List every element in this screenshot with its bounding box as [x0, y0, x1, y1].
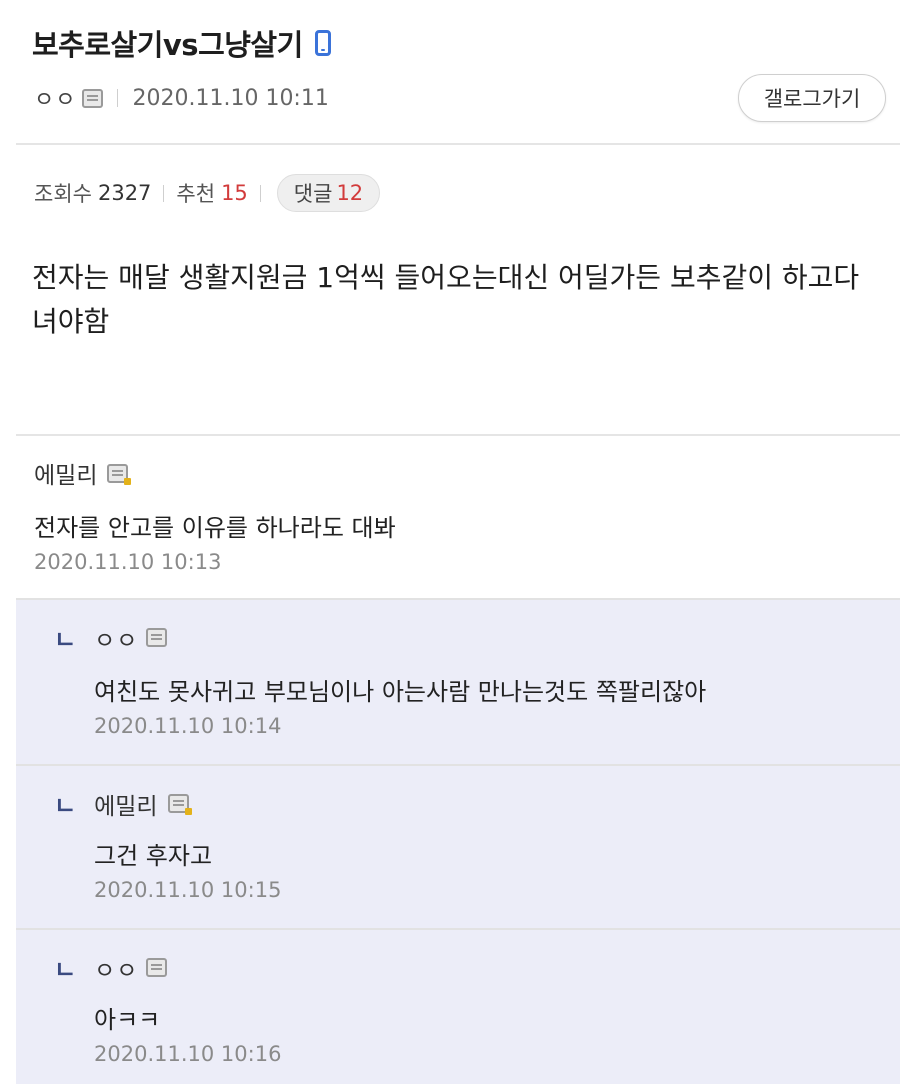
- reply-arrow-icon: ㄴ: [54, 956, 77, 984]
- mobile-phone-icon: [314, 30, 331, 56]
- reply-text: 아ㅋㅋ: [94, 1006, 161, 1034]
- reply-arrow-icon: ㄴ: [54, 792, 77, 820]
- reply-arrow-icon: ㄴ: [54, 626, 77, 654]
- post-datetime: 2020.11.10 10:11: [132, 85, 329, 111]
- comment-header: 에밀리: [34, 456, 132, 490]
- reply-item: ㄴ ㅇㅇ 여친도 못사귀고 부모님이나 아는사람 만나는것도 쪽팔리잖아 202…: [16, 600, 900, 766]
- post-body: 전자는 매달 생활지원금 1억씩 들어오는대신 어딜가든 보추같이 하고다녀야함: [32, 261, 860, 338]
- post-stats: 조회수 2327 추천 15 댓글 12: [34, 174, 381, 212]
- reply-datetime: 2020.11.10 10:14: [94, 714, 282, 738]
- gallog-button[interactable]: 갤로그가기: [738, 74, 886, 122]
- fixed-nick-memo-icon: [167, 794, 192, 815]
- reply-item: ㄴ 에밀리 그건 후자고 2020.11.10 10:15: [16, 766, 900, 930]
- fixed-nick-memo-icon: [107, 463, 132, 485]
- memo-icon: [146, 628, 168, 647]
- comment-text: 전자를 안고를 이유를 하나라도 대봐: [34, 514, 396, 542]
- post-title: 보추로살기vs그냥살기: [32, 28, 303, 62]
- reply-item: ㄴ ㅇㅇ 아ㅋㅋ 2020.11.10 10:16: [16, 930, 900, 1084]
- comments-label: 댓글: [293, 182, 333, 206]
- comment-datetime: 2020.11.10 10:13: [34, 550, 222, 574]
- reply-header: ㄴ ㅇㅇ: [54, 950, 168, 985]
- recommend-count: 15: [221, 181, 248, 205]
- post-header: 보추로살기vs그냥살기 ㅇㅇ 2020.11.10 10:11 갤로그가기: [0, 0, 900, 143]
- header-divider: [16, 143, 900, 145]
- memo-icon: [82, 88, 104, 108]
- comment-item: 에밀리 전자를 안고를 이유를 하나라도 대봐 2020.11.10 10:13: [16, 436, 900, 600]
- comment-count-button[interactable]: 댓글 12: [276, 174, 381, 212]
- reply-text: 그건 후자고: [94, 842, 213, 870]
- separator: [259, 184, 261, 202]
- comments-count: 12: [336, 181, 364, 205]
- reply-header: ㄴ ㅇㅇ: [54, 620, 168, 655]
- separator: [117, 89, 119, 107]
- reply-header: ㄴ 에밀리: [54, 786, 192, 821]
- comment-author[interactable]: 에밀리: [34, 456, 97, 490]
- memo-icon: [146, 958, 168, 977]
- reply-text: 여친도 못사귀고 부모님이나 아는사람 만나는것도 쪽팔리잖아: [94, 678, 707, 706]
- views-count: 2327: [97, 181, 152, 205]
- reply-datetime: 2020.11.10 10:16: [94, 1042, 282, 1066]
- post-title-row: 보추로살기vs그냥살기: [32, 22, 331, 64]
- reply-author[interactable]: ㅇㅇ: [94, 621, 138, 655]
- reply-author[interactable]: ㅇㅇ: [94, 951, 138, 985]
- separator: [163, 184, 165, 202]
- recommend-label: 추천: [176, 182, 216, 206]
- post-meta: ㅇㅇ 2020.11.10 10:11: [34, 82, 329, 114]
- reply-author[interactable]: 에밀리: [94, 787, 157, 821]
- post-author[interactable]: ㅇㅇ: [34, 82, 76, 114]
- reply-datetime: 2020.11.10 10:15: [94, 878, 282, 902]
- views-label: 조회수: [34, 182, 92, 206]
